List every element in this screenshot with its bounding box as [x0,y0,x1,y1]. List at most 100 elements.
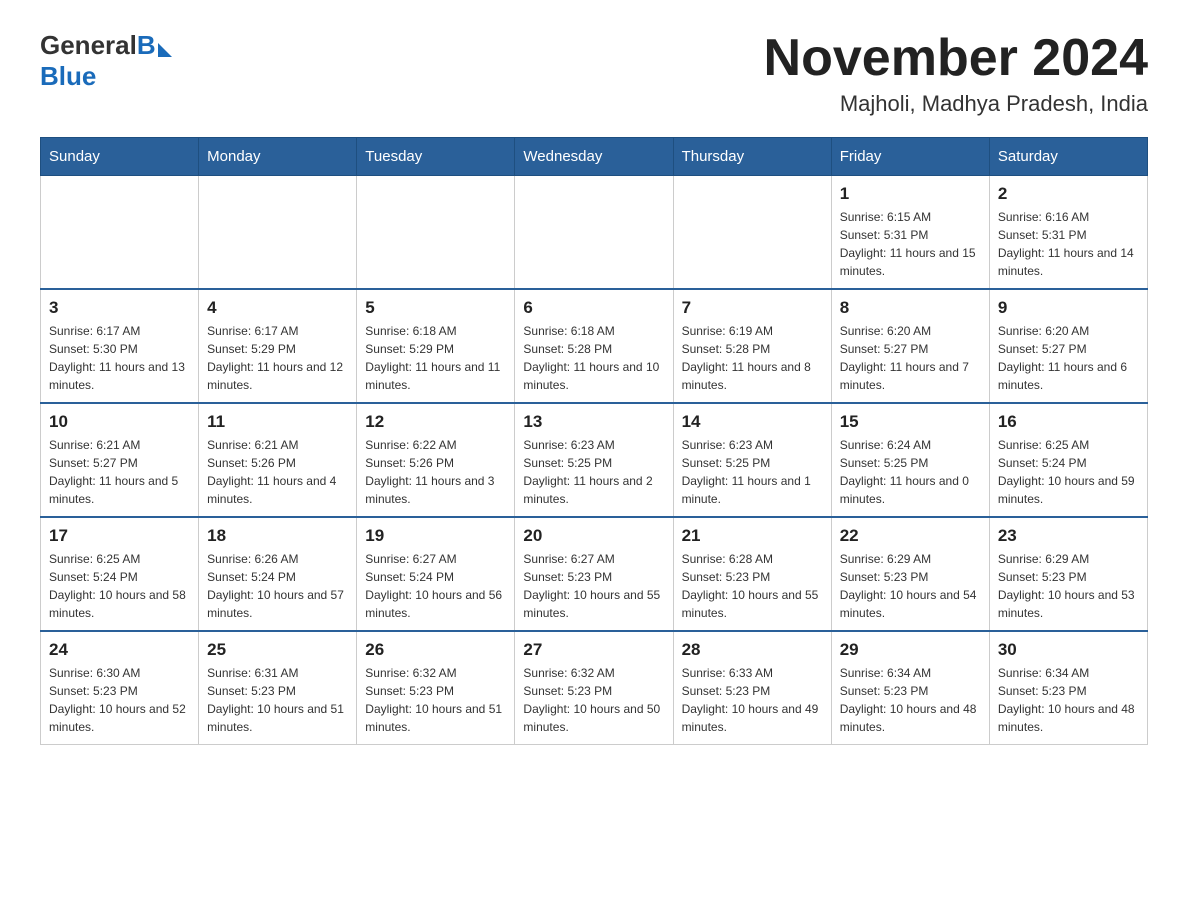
week-row-1: 1 Sunrise: 6:15 AMSunset: 5:31 PMDaylight… [41,176,1148,290]
day-info: Sunrise: 6:18 AMSunset: 5:29 PMDaylight:… [365,322,506,394]
week-row-5: 24 Sunrise: 6:30 AMSunset: 5:23 PMDayligh… [41,631,1148,745]
calendar-cell: 3Sunrise: 6:17 AMSunset: 5:30 PMDaylight… [41,289,199,403]
day-number: 29 [840,640,981,660]
calendar-cell: 11 Sunrise: 6:21 AMSunset: 5:26 PMDayligh… [199,403,357,517]
calendar-cell: 29Sunrise: 6:34 AMSunset: 5:23 PMDayligh… [831,631,989,745]
calendar-table: SundayMondayTuesdayWednesdayThursdayFrid… [40,137,1148,745]
logo: General B Blue [40,30,172,92]
logo-b: B [137,30,156,61]
weekday-header-wednesday: Wednesday [515,138,673,176]
calendar-cell: 28 Sunrise: 6:33 AMSunset: 5:23 PMDayligh… [673,631,831,745]
logo-arrow-icon [158,43,172,57]
day-info: Sunrise: 6:33 AMSunset: 5:23 PMDaylight:… [682,664,823,736]
day-info: Sunrise: 6:28 AMSunset: 5:23 PMDaylight:… [682,550,823,622]
day-number: 21 [682,526,823,546]
day-info: Sunrise: 6:24 AMSunset: 5:25 PMDaylight:… [840,436,981,508]
day-number: 11 [207,412,348,432]
calendar-cell [41,176,199,290]
week-row-3: 10 Sunrise: 6:21 AMSunset: 5:27 PMDayligh… [41,403,1148,517]
day-info: Sunrise: 6:15 AMSunset: 5:31 PMDaylight:… [840,208,981,280]
day-info: Sunrise: 6:27 AMSunset: 5:24 PMDaylight:… [365,550,506,622]
calendar-cell: 4 Sunrise: 6:17 AMSunset: 5:29 PMDaylight… [199,289,357,403]
day-number: 30 [998,640,1139,660]
weekday-header-friday: Friday [831,138,989,176]
calendar-cell: 12 Sunrise: 6:22 AMSunset: 5:26 PMDayligh… [357,403,515,517]
day-info: Sunrise: 6:32 AMSunset: 5:23 PMDaylight:… [365,664,506,736]
calendar-cell: 8Sunrise: 6:20 AMSunset: 5:27 PMDaylight… [831,289,989,403]
calendar-cell: 20Sunrise: 6:27 AMSunset: 5:23 PMDayligh… [515,517,673,631]
day-number: 23 [998,526,1139,546]
logo-blue-word: Blue [40,61,96,91]
day-number: 13 [523,412,664,432]
day-info: Sunrise: 6:25 AMSunset: 5:24 PMDaylight:… [998,436,1139,508]
calendar-cell: 10 Sunrise: 6:21 AMSunset: 5:27 PMDayligh… [41,403,199,517]
calendar-cell [515,176,673,290]
day-number: 16 [998,412,1139,432]
calendar-cell: 7 Sunrise: 6:19 AMSunset: 5:28 PMDaylight… [673,289,831,403]
day-info: Sunrise: 6:30 AMSunset: 5:23 PMDaylight:… [49,664,190,736]
calendar-cell: 15 Sunrise: 6:24 AMSunset: 5:25 PMDayligh… [831,403,989,517]
month-title: November 2024 [764,30,1148,87]
weekday-header-tuesday: Tuesday [357,138,515,176]
weekday-header-sunday: Sunday [41,138,199,176]
day-number: 8 [840,298,981,318]
calendar-cell: 23Sunrise: 6:29 AMSunset: 5:23 PMDayligh… [989,517,1147,631]
page-header: General B Blue November 2024 Majholi, Ma… [40,30,1148,117]
calendar-cell: 21 Sunrise: 6:28 AMSunset: 5:23 PMDayligh… [673,517,831,631]
header-row: SundayMondayTuesdayWednesdayThursdayFrid… [41,138,1148,176]
day-number: 7 [682,298,823,318]
day-number: 4 [207,298,348,318]
calendar-cell: 25 Sunrise: 6:31 AMSunset: 5:23 PMDayligh… [199,631,357,745]
calendar-cell: 16 Sunrise: 6:25 AMSunset: 5:24 PMDayligh… [989,403,1147,517]
calendar-cell [673,176,831,290]
calendar-cell: 9Sunrise: 6:20 AMSunset: 5:27 PMDaylight… [989,289,1147,403]
day-info: Sunrise: 6:17 AMSunset: 5:29 PMDaylight:… [207,322,348,394]
day-info: Sunrise: 6:19 AMSunset: 5:28 PMDaylight:… [682,322,823,394]
day-info: Sunrise: 6:34 AMSunset: 5:23 PMDaylight:… [998,664,1139,736]
calendar-cell: 6 Sunrise: 6:18 AMSunset: 5:28 PMDaylight… [515,289,673,403]
day-number: 2 [998,184,1139,204]
day-number: 10 [49,412,190,432]
calendar-cell: 18Sunrise: 6:26 AMSunset: 5:24 PMDayligh… [199,517,357,631]
day-number: 25 [207,640,348,660]
location-title: Majholi, Madhya Pradesh, India [764,91,1148,117]
day-info: Sunrise: 6:18 AMSunset: 5:28 PMDaylight:… [523,322,664,394]
logo-blue-part: B [137,30,172,61]
calendar-cell: 26 Sunrise: 6:32 AMSunset: 5:23 PMDayligh… [357,631,515,745]
day-info: Sunrise: 6:29 AMSunset: 5:23 PMDaylight:… [840,550,981,622]
day-number: 22 [840,526,981,546]
day-number: 6 [523,298,664,318]
day-number: 15 [840,412,981,432]
day-number: 24 [49,640,190,660]
day-info: Sunrise: 6:23 AMSunset: 5:25 PMDaylight:… [523,436,664,508]
day-info: Sunrise: 6:21 AMSunset: 5:27 PMDaylight:… [49,436,190,508]
calendar-cell: 22 Sunrise: 6:29 AMSunset: 5:23 PMDayligh… [831,517,989,631]
day-number: 12 [365,412,506,432]
calendar-cell: 17Sunrise: 6:25 AMSunset: 5:24 PMDayligh… [41,517,199,631]
week-row-4: 17Sunrise: 6:25 AMSunset: 5:24 PMDayligh… [41,517,1148,631]
day-number: 28 [682,640,823,660]
calendar-cell: 5 Sunrise: 6:18 AMSunset: 5:29 PMDaylight… [357,289,515,403]
calendar-cell: 19 Sunrise: 6:27 AMSunset: 5:24 PMDayligh… [357,517,515,631]
day-info: Sunrise: 6:22 AMSunset: 5:26 PMDaylight:… [365,436,506,508]
day-number: 19 [365,526,506,546]
day-info: Sunrise: 6:25 AMSunset: 5:24 PMDaylight:… [49,550,190,622]
day-number: 27 [523,640,664,660]
day-number: 5 [365,298,506,318]
day-number: 26 [365,640,506,660]
calendar-cell: 27Sunrise: 6:32 AMSunset: 5:23 PMDayligh… [515,631,673,745]
calendar-cell: 24 Sunrise: 6:30 AMSunset: 5:23 PMDayligh… [41,631,199,745]
weekday-header-saturday: Saturday [989,138,1147,176]
day-info: Sunrise: 6:17 AMSunset: 5:30 PMDaylight:… [49,322,190,394]
calendar-cell: 14 Sunrise: 6:23 AMSunset: 5:25 PMDayligh… [673,403,831,517]
day-info: Sunrise: 6:16 AMSunset: 5:31 PMDaylight:… [998,208,1139,280]
day-number: 1 [840,184,981,204]
day-info: Sunrise: 6:21 AMSunset: 5:26 PMDaylight:… [207,436,348,508]
day-info: Sunrise: 6:27 AMSunset: 5:23 PMDaylight:… [523,550,664,622]
day-info: Sunrise: 6:31 AMSunset: 5:23 PMDaylight:… [207,664,348,736]
day-number: 14 [682,412,823,432]
calendar-cell: 1 Sunrise: 6:15 AMSunset: 5:31 PMDaylight… [831,176,989,290]
calendar-cell: 13 Sunrise: 6:23 AMSunset: 5:25 PMDayligh… [515,403,673,517]
calendar-cell [357,176,515,290]
day-info: Sunrise: 6:23 AMSunset: 5:25 PMDaylight:… [682,436,823,508]
